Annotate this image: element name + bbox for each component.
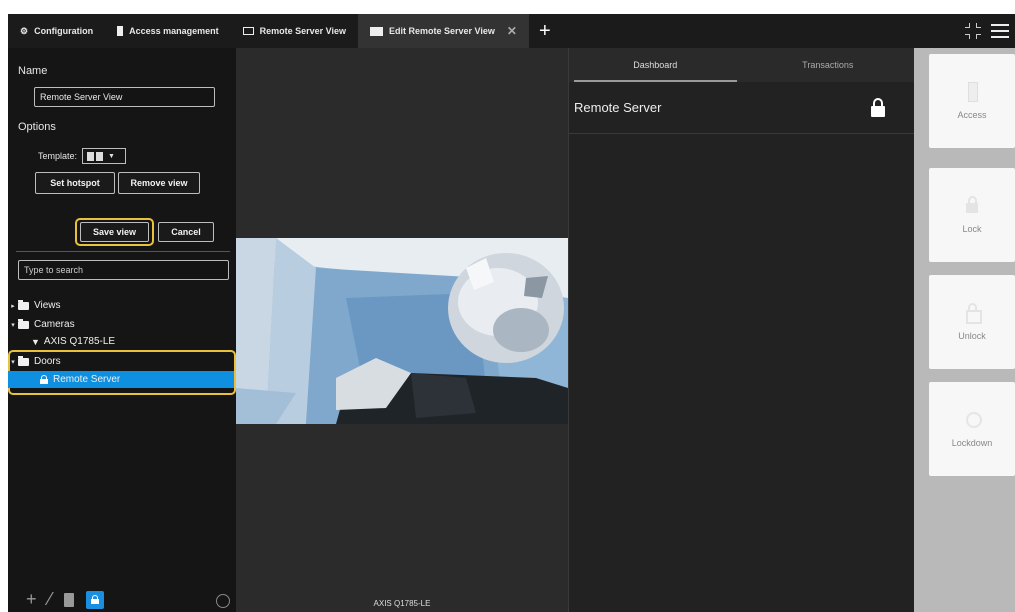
tab-edit-remote-server-view[interactable]: Edit Remote Server View ✕ xyxy=(358,14,529,48)
view-editor-panel: Name Remote Server View Options Template… xyxy=(8,48,236,612)
camera-caption: AXIS Q1785-LE xyxy=(373,599,431,608)
cancel-button[interactable]: Cancel xyxy=(158,222,214,242)
view-name-input[interactable]: Remote Server View xyxy=(34,87,215,107)
tree-item-doors[interactable]: ▾ Doors xyxy=(8,353,236,370)
tab-configuration[interactable]: ⚙ Configuration xyxy=(8,14,105,48)
settings-icon[interactable] xyxy=(216,594,230,608)
remove-view-button[interactable]: Remove view xyxy=(118,172,200,194)
edit-icon[interactable]: ⁄ xyxy=(49,589,52,610)
tab-dashboard[interactable]: Dashboard xyxy=(569,48,742,82)
door-icon xyxy=(965,82,979,102)
add-icon[interactable]: + xyxy=(26,589,37,610)
door-dashboard-panel: Dashboard Transactions Remote Server xyxy=(568,48,915,612)
door-header: Remote Server xyxy=(569,82,915,134)
save-view-button[interactable]: Save view xyxy=(80,222,149,242)
tab-remote-server-view[interactable]: Remote Server View xyxy=(231,14,358,48)
lock-tool-icon[interactable] xyxy=(85,590,104,609)
divider xyxy=(16,251,230,252)
access-button[interactable]: Access xyxy=(929,54,1015,148)
trash-icon[interactable] xyxy=(63,592,74,607)
tree-toolbar: + ⁄ xyxy=(26,589,104,610)
template-select[interactable]: ▼ xyxy=(82,148,126,164)
camera-icon: ▼ xyxy=(31,336,40,347)
action-label: Lockdown xyxy=(951,438,993,448)
tree-label: AXIS Q1785-LE xyxy=(43,336,116,347)
action-label: Access xyxy=(957,110,987,120)
tab-transactions[interactable]: Transactions xyxy=(742,48,915,82)
options-label: Options xyxy=(18,121,56,133)
tab-label: Edit Remote Server View xyxy=(389,26,495,36)
unlock-button[interactable]: Unlock xyxy=(929,275,1015,369)
tree-label: Views xyxy=(34,300,61,311)
lock-icon xyxy=(40,375,48,384)
name-label: Name xyxy=(18,65,48,77)
top-tab-bar: ⚙ Configuration Access management Remote… xyxy=(8,14,1015,48)
edit-view-icon xyxy=(370,26,384,36)
tab-label: Configuration xyxy=(34,26,94,36)
tab-access-management[interactable]: Access management xyxy=(105,14,231,48)
hamburger-menu-icon[interactable] xyxy=(991,24,1009,38)
chevron-right-icon[interactable]: ▸ xyxy=(8,302,18,310)
lockdown-icon xyxy=(965,410,982,428)
add-tab-button[interactable]: + xyxy=(529,14,561,48)
camera-feed[interactable] xyxy=(236,238,568,424)
layout-grid-icon xyxy=(87,151,103,161)
tab-label: Remote Server View xyxy=(259,26,347,36)
fullscreen-icon[interactable] xyxy=(965,23,981,39)
unlock-icon xyxy=(965,303,982,324)
door-title: Remote Server xyxy=(574,100,662,115)
chevron-down-icon: ▼ xyxy=(108,152,115,160)
folder-icon xyxy=(18,355,29,366)
folder-icon xyxy=(18,318,29,329)
tree-item-camera[interactable]: ▼ AXIS Q1785-LE xyxy=(8,333,236,350)
lock-button[interactable]: Lock xyxy=(929,168,1015,262)
close-icon[interactable]: ✕ xyxy=(507,24,517,38)
tree-item-views[interactable]: ▸ Views xyxy=(8,297,236,314)
set-hotspot-button[interactable]: Set hotspot xyxy=(35,172,115,194)
search-input[interactable]: Type to search xyxy=(18,260,229,280)
tree-label: Doors xyxy=(34,356,61,367)
action-label: Unlock xyxy=(958,331,986,341)
lock-icon xyxy=(871,97,885,118)
door-actions: Access Lock Unlock Lockdown xyxy=(914,48,1015,612)
lockdown-button[interactable]: Lockdown xyxy=(929,382,1015,476)
action-label: Lock xyxy=(962,224,982,234)
tree-label: Remote Server xyxy=(53,374,121,385)
door-icon xyxy=(117,26,124,36)
folder-icon xyxy=(18,299,29,310)
camera-image xyxy=(236,238,568,424)
view-canvas: AXIS Q1785-LE xyxy=(236,48,568,612)
tree-label: Cameras xyxy=(34,319,75,330)
chevron-down-icon[interactable]: ▾ xyxy=(8,321,18,329)
tab-label: Access management xyxy=(129,26,219,36)
tree-item-cameras[interactable]: ▾ Cameras xyxy=(8,316,236,333)
monitor-icon xyxy=(242,27,254,35)
lock-icon xyxy=(965,196,979,214)
template-label: Template: xyxy=(38,151,78,161)
gear-icon: ⚙ xyxy=(20,25,29,36)
dashboard-tabs: Dashboard Transactions xyxy=(569,48,914,82)
chevron-down-icon[interactable]: ▾ xyxy=(8,358,18,366)
tree-item-door-remote-server[interactable]: Remote Server xyxy=(8,371,234,388)
